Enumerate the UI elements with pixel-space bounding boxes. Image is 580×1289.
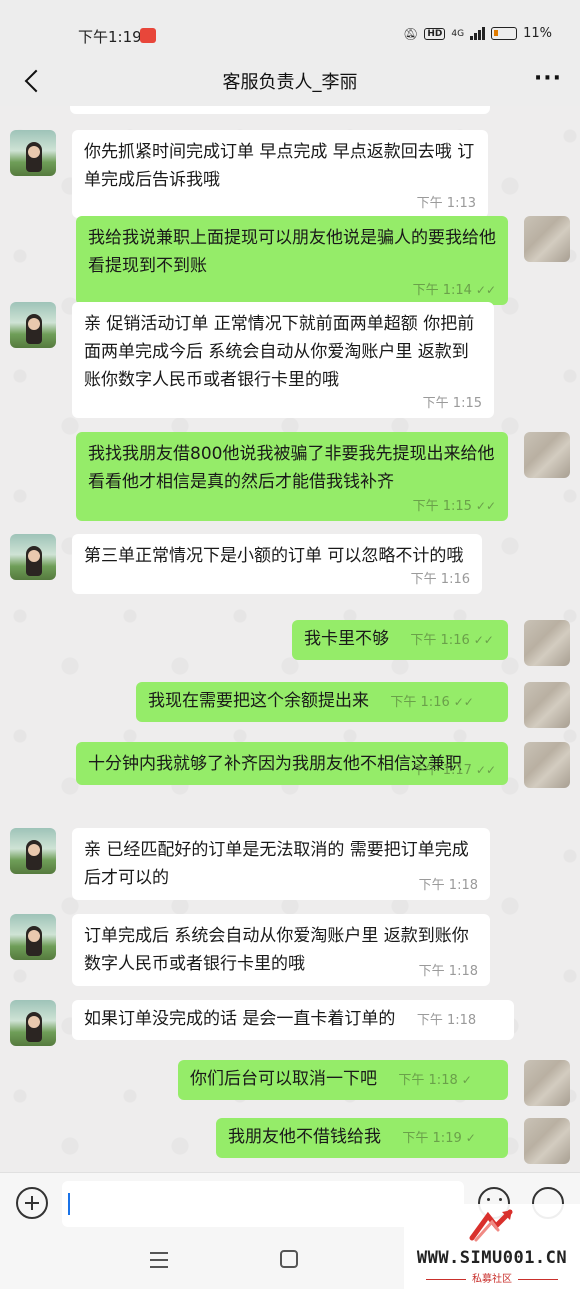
user-avatar[interactable] bbox=[524, 620, 570, 666]
message-time: 下午 1:16 ✓✓ bbox=[390, 695, 474, 710]
user-avatar[interactable] bbox=[524, 1118, 570, 1164]
home-button[interactable] bbox=[280, 1250, 298, 1268]
message-text: 你先抓紧时间完成订单 早点完成 早点返款回去哦 订单完成后告诉我哦 bbox=[84, 142, 475, 190]
user-avatar[interactable] bbox=[524, 682, 570, 728]
contact-avatar[interactable] bbox=[10, 302, 56, 348]
signal-icon bbox=[470, 27, 486, 40]
message-text: 亲 促销活动订单 正常情况下就前面两单超额 你把前面两单完成今后 系统会自动从你… bbox=[84, 314, 475, 390]
recent-apps-button[interactable] bbox=[150, 1252, 168, 1268]
message-time: 下午 1:18 bbox=[416, 1013, 477, 1028]
sent-check-icon: ✓ bbox=[461, 1073, 472, 1087]
message-time: 下午 1:13 bbox=[416, 196, 476, 211]
status-icons: 🔕︎ HD 4G 11% bbox=[403, 26, 552, 41]
message-bubble[interactable]: 我卡里不够 下午 1:16 ✓✓ bbox=[292, 620, 508, 660]
message-bubble-partial bbox=[70, 106, 490, 114]
read-check-icon: ✓✓ bbox=[453, 695, 474, 709]
message-time: 下午 1:19 ✓ bbox=[402, 1131, 476, 1146]
battery-level: 11% bbox=[523, 26, 552, 41]
watermark-logo-icon bbox=[469, 1209, 513, 1242]
sent-check-icon: ✓ bbox=[465, 1131, 476, 1145]
contact-avatar[interactable] bbox=[10, 914, 56, 960]
user-avatar[interactable] bbox=[524, 216, 570, 262]
message-bubble[interactable]: 亲 促销活动订单 正常情况下就前面两单超额 你把前面两单完成今后 系统会自动从你… bbox=[72, 302, 494, 418]
watermark: WWW.SIMU001.CN 私募社区 bbox=[404, 1204, 580, 1289]
message-bubble[interactable]: 你们后台可以取消一下吧 下午 1:18 ✓ bbox=[178, 1060, 508, 1100]
add-attachment-button[interactable] bbox=[16, 1187, 48, 1219]
message-time: 下午 1:16 ✓✓ bbox=[410, 633, 494, 648]
chat-title: 客服负责人_李丽 bbox=[222, 72, 358, 93]
message-time: 下午 1:15 bbox=[422, 396, 482, 411]
read-check-icon: ✓✓ bbox=[473, 633, 494, 647]
message-text: 我朋友他不借钱给我 bbox=[228, 1127, 381, 1147]
read-check-icon: ✓✓ bbox=[475, 283, 496, 297]
message-text: 第三单正常情况下是小额的订单 可以忽略不计的哦 bbox=[84, 546, 464, 566]
network-type: 4G bbox=[451, 28, 465, 39]
chat-history[interactable]: 你先抓紧时间完成订单 早点完成 早点返款回去哦 订单完成后告诉我哦 下午 1:1… bbox=[0, 106, 580, 1172]
message-time: 下午 1:16 bbox=[410, 572, 470, 587]
message-bubble[interactable]: 我朋友他不借钱给我 下午 1:19 ✓ bbox=[216, 1118, 508, 1158]
message-text: 如果订单没完成的话 是会一直卡着订单的 bbox=[84, 1009, 396, 1029]
user-avatar[interactable] bbox=[524, 432, 570, 478]
user-avatar[interactable] bbox=[524, 742, 570, 788]
message-bubble[interactable]: 我给我说兼职上面提现可以朋友他说是骗人的要我给他看提现到不到账 下午 1:14 ✓… bbox=[76, 216, 508, 305]
contact-avatar[interactable] bbox=[10, 534, 56, 580]
message-text: 我给我说兼职上面提现可以朋友他说是骗人的要我给他看提现到不到账 bbox=[88, 228, 496, 276]
message-text: 我现在需要把这个余额提出来 bbox=[148, 691, 369, 711]
message-text: 我找我朋友借800他说我被骗了非要我先提现出来给他看看他才相信是真的然后才能借我… bbox=[88, 444, 495, 492]
message-bubble[interactable]: 订单完成后 系统会自动从你爱淘账户里 返款到账你数字人民币或者银行卡里的哦 下午… bbox=[72, 914, 490, 986]
status-bar: 下午1:19 🔕︎ HD 4G 11% bbox=[0, 0, 580, 56]
message-time: 下午 1:14 ✓✓ bbox=[412, 283, 496, 298]
user-avatar[interactable] bbox=[524, 1060, 570, 1106]
message-text: 你们后台可以取消一下吧 bbox=[190, 1069, 377, 1089]
text-cursor bbox=[68, 1193, 70, 1215]
message-bubble[interactable]: 我找我朋友借800他说我被骗了非要我先提现出来给他看看他才相信是真的然后才能借我… bbox=[76, 432, 508, 521]
message-bubble[interactable]: 亲 已经匹配好的订单是无法取消的 需要把订单完成后才可以的 下午 1:18 bbox=[72, 828, 490, 900]
contact-avatar[interactable] bbox=[10, 828, 56, 874]
watermark-site: WWW.SIMU001.CN bbox=[416, 1248, 568, 1268]
read-check-icon: ✓✓ bbox=[475, 499, 496, 513]
message-bubble[interactable]: 如果订单没完成的话 是会一直卡着订单的 下午 1:18 bbox=[72, 1000, 514, 1040]
contact-avatar[interactable] bbox=[10, 130, 56, 176]
message-time: 下午 1:18 ✓ bbox=[398, 1073, 472, 1088]
message-bubble[interactable]: 第三单正常情况下是小额的订单 可以忽略不计的哦 下午 1:16 bbox=[72, 534, 482, 594]
more-options-button[interactable]: ··· bbox=[534, 68, 562, 90]
watermark-label: 私募社区 bbox=[404, 1270, 580, 1285]
mute-icon: 🔕︎ bbox=[403, 26, 419, 41]
message-bubble[interactable]: 十分钟内我就够了补齐因为我朋友他不相信这兼职 下午 1:17 ✓✓ bbox=[76, 742, 508, 785]
battery-icon bbox=[491, 27, 518, 40]
message-bubble[interactable]: 你先抓紧时间完成订单 早点完成 早点返款回去哦 订单完成后告诉我哦 下午 1:1… bbox=[72, 130, 488, 218]
read-check-icon: ✓✓ bbox=[475, 763, 496, 777]
hd-icon: HD bbox=[424, 27, 446, 40]
message-bubble[interactable]: 我现在需要把这个余额提出来 下午 1:16 ✓✓ bbox=[136, 682, 508, 722]
message-text: 我卡里不够 bbox=[304, 629, 389, 649]
status-time: 下午1:19 bbox=[78, 28, 142, 46]
message-time: 下午 1:15 ✓✓ bbox=[412, 499, 496, 514]
contact-avatar[interactable] bbox=[10, 1000, 56, 1046]
app-notification-icon bbox=[140, 28, 156, 43]
chat-header: 客服负责人_李丽 ··· bbox=[0, 56, 580, 106]
